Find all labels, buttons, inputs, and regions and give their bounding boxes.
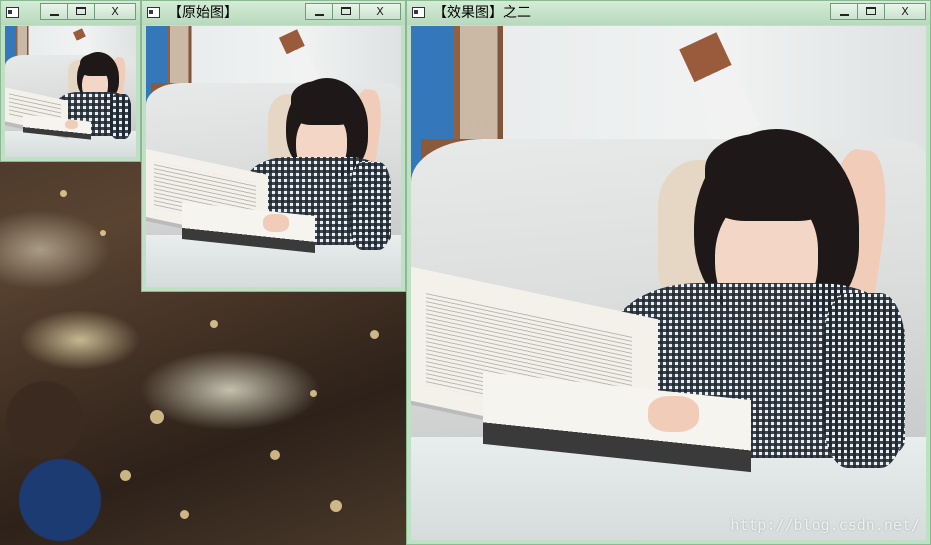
bokeh-dot [60,190,67,197]
close-button[interactable]: X [359,3,401,20]
photo-sleeve [823,293,906,469]
effect-image-window[interactable]: 【效果图】之二 X http://blog.csdn.net/ [406,0,931,545]
photo-hand [263,213,289,233]
image-canvas: http://blog.csdn.net/ [411,26,926,540]
title-bar[interactable]: 【原始图】 X [142,1,405,25]
window-controls: X [305,3,401,20]
window-icon[interactable] [147,7,160,18]
bokeh-dot [120,470,131,481]
photo-sleeve [350,161,391,251]
photo-hand [647,396,700,433]
maximize-button[interactable] [857,3,885,20]
close-icon: X [901,5,909,18]
close-button[interactable]: X [94,3,136,20]
image-canvas [5,26,136,157]
window-controls: X [830,3,926,20]
photo-bangs [79,53,114,76]
maximize-icon [333,4,359,19]
bokeh-dot [150,410,164,424]
bokeh-dot [100,230,106,236]
minimize-button[interactable] [40,3,68,20]
close-button[interactable]: X [884,3,926,20]
photo-bangs [704,133,839,222]
photo-sleeve [109,94,131,139]
bokeh-dot [270,450,280,460]
image-canvas [146,26,401,287]
window-icon[interactable] [412,7,425,18]
minimize-button[interactable] [830,3,858,20]
minimize-icon [306,4,332,19]
photo-girl-reading [5,26,136,157]
maximize-icon [858,4,884,19]
watermark-text: http://blog.csdn.net/ [730,516,920,534]
minimize-icon [831,4,857,19]
original-image-window[interactable]: 【原始图】 X [141,0,406,292]
minimize-button[interactable] [305,3,333,20]
bokeh-dot [210,320,218,328]
title-bar[interactable]: X [1,1,140,25]
small-preview-window[interactable]: X [0,0,141,162]
minimize-icon [41,4,67,19]
close-icon: X [376,5,384,18]
maximize-icon [68,4,94,19]
maximize-button[interactable] [67,3,95,20]
photo-girl-reading [146,26,401,287]
maximize-button[interactable] [332,3,360,20]
bokeh-dot [310,390,317,397]
window-title: 【效果图】之二 [433,5,531,21]
bokeh-dot [330,500,342,512]
bokeh-dot [370,330,379,339]
window-controls: X [40,3,136,20]
bokeh-dot [180,510,189,519]
close-icon: X [111,5,119,18]
photo-bangs [291,80,358,126]
title-bar[interactable]: 【效果图】之二 X [407,1,930,25]
window-icon[interactable] [6,7,19,18]
photo-girl-reading [411,26,926,540]
window-title: 【原始图】 [168,5,238,21]
